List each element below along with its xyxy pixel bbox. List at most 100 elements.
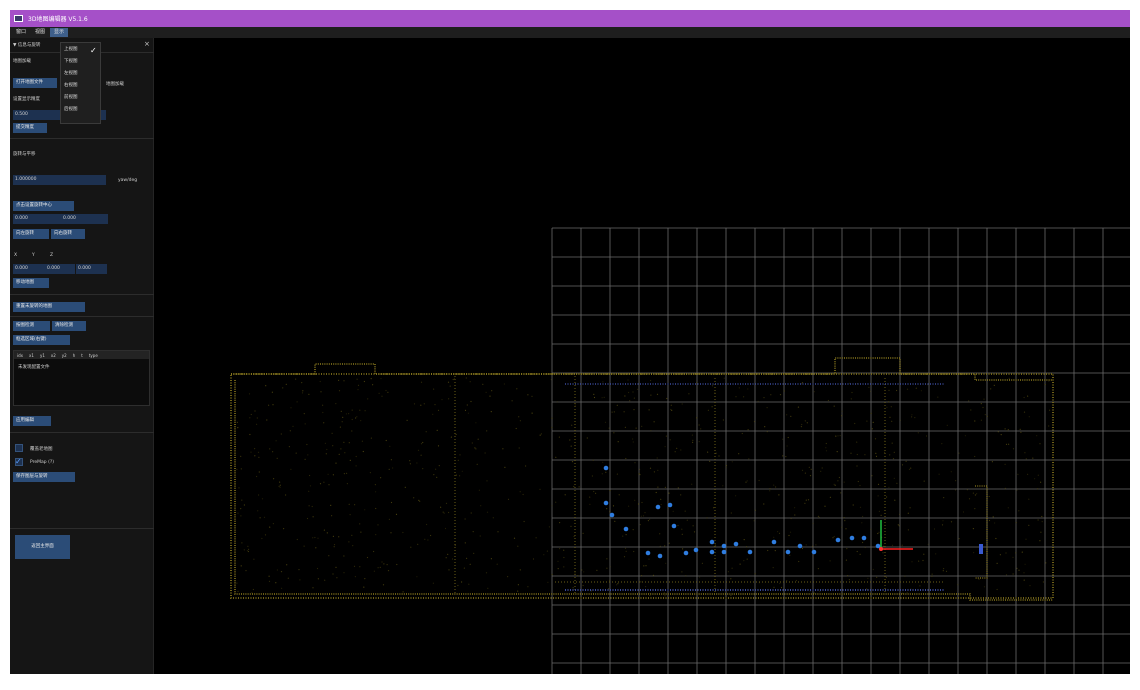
waypoint[interactable] (733, 541, 739, 547)
cloud-point (515, 427, 517, 430)
waypoint[interactable] (709, 539, 715, 545)
move-y-input[interactable]: 0.000 (45, 264, 75, 274)
cloud-point (638, 473, 640, 475)
cloud-point (338, 390, 341, 392)
waypoint[interactable] (747, 549, 753, 555)
waypoint[interactable] (693, 547, 699, 553)
cloud-point (339, 426, 341, 428)
waypoint[interactable] (645, 550, 651, 556)
cloud-point (622, 535, 624, 537)
clear-detect-button[interactable]: 清除检测 (52, 321, 86, 331)
rotate-left-button[interactable]: 向左旋转 (13, 229, 49, 239)
select-region-button[interactable]: 框选区域(右键) (13, 335, 70, 345)
move-z-input[interactable]: 0.000 (76, 264, 107, 274)
center-y-input[interactable]: 0.000 (61, 214, 108, 224)
cloud-point (485, 391, 487, 393)
overlay-checkbox[interactable] (15, 444, 23, 452)
cloud-point (409, 463, 411, 465)
3d-viewport[interactable] (155, 38, 1130, 674)
column-header: x2 (50, 352, 56, 358)
cloud-point (252, 588, 254, 591)
edit-detect-button[interactable]: 按图检测 (13, 321, 50, 331)
cloud-point (964, 435, 967, 437)
waypoint[interactable] (785, 549, 791, 555)
cloud-point (475, 448, 477, 450)
cloud-point (349, 459, 351, 461)
cloud-point (901, 464, 904, 466)
cloud-point (743, 560, 745, 562)
cloud-point (295, 378, 297, 380)
cloud-point (432, 582, 434, 584)
close-icon[interactable]: × (144, 40, 150, 48)
save-layers-button[interactable]: 保存图层与旋转 (13, 472, 75, 482)
cloud-point (692, 525, 694, 527)
cloud-point (422, 441, 424, 444)
waypoint[interactable] (603, 465, 609, 471)
waypoint[interactable] (667, 502, 673, 508)
menu-view[interactable]: 视图 (31, 28, 49, 37)
cloud-point (356, 416, 358, 418)
rotate-right-button[interactable]: 向右旋转 (51, 229, 85, 239)
apply-edit-button[interactable]: 应用编辑 (13, 416, 51, 426)
cloud-point (885, 576, 888, 578)
cloud-point (504, 466, 506, 468)
cloud-point (522, 493, 524, 496)
cloud-point (670, 404, 672, 406)
submit-resolution-button[interactable]: 提交精度 (13, 123, 47, 133)
menu-item-back-view[interactable]: 后视图 (64, 106, 78, 112)
waypoint[interactable] (671, 523, 677, 529)
waypoint[interactable] (721, 549, 727, 555)
waypoint[interactable] (835, 537, 841, 543)
back-home-button[interactable]: 返回主界面 (15, 535, 70, 559)
cloud-point (625, 457, 627, 460)
menu-item-top-view[interactable]: 上视图 (64, 46, 78, 52)
waypoint[interactable] (861, 535, 867, 541)
cloud-point (345, 413, 347, 415)
waypoint[interactable] (721, 543, 727, 549)
waypoint[interactable] (683, 550, 689, 556)
move-map-button[interactable]: 移动地图 (13, 278, 49, 288)
cloud-point (348, 503, 350, 505)
set-rotation-center-button[interactable]: 点击设置旋转中心 (13, 201, 74, 211)
move-x-input[interactable]: 0.000 (13, 264, 45, 274)
waypoint[interactable] (849, 535, 855, 541)
cloud-point (806, 422, 808, 424)
cloud-point (285, 494, 287, 496)
menu-item-bottom-view[interactable]: 下视图 (64, 58, 78, 64)
cloud-point (363, 586, 365, 588)
cloud-point (800, 426, 803, 428)
waypoint[interactable] (811, 549, 817, 555)
waypoint[interactable] (771, 539, 777, 545)
cloud-point (988, 519, 991, 522)
cloud-point (668, 542, 670, 544)
cloud-point (1034, 478, 1036, 480)
menu-item-front-view[interactable]: 前视图 (64, 94, 78, 100)
waypoint[interactable] (603, 500, 609, 506)
path-waypoints[interactable] (603, 465, 881, 559)
waypoint[interactable] (609, 512, 615, 518)
open-map-button[interactable]: 打开地图文件 (13, 78, 57, 88)
cloud-point (589, 496, 591, 498)
waypoint[interactable] (709, 549, 715, 555)
menu-item-right-view[interactable]: 右视图 (64, 82, 78, 88)
menu-item-left-view[interactable]: 左视图 (64, 70, 78, 76)
rotate-angle-input[interactable]: 1.000000 (13, 175, 106, 185)
panel-header[interactable]: ▼ 信息与旋转 (13, 42, 40, 48)
cloud-point (574, 572, 576, 574)
menu-window[interactable]: 窗口 (12, 28, 30, 37)
cloud-point (896, 389, 898, 392)
cloud-point (968, 498, 971, 500)
cloud-point (996, 588, 998, 591)
waypoint[interactable] (655, 504, 661, 510)
region-table[interactable]: idx x1 y1 x2 y2 h t type 未发现配置文件 (13, 350, 150, 406)
cloud-point (785, 456, 787, 458)
cloud-point (489, 395, 491, 397)
cloud-point (251, 592, 253, 594)
cloud-point (519, 491, 521, 493)
waypoint[interactable] (657, 553, 663, 559)
waypoint[interactable] (623, 526, 629, 532)
center-x-input[interactable]: 0.000 (13, 214, 61, 224)
reset-map-button[interactable]: 重置未旋转的地图 (13, 302, 85, 312)
menu-display[interactable]: 显示 (50, 28, 69, 37)
waypoint[interactable] (797, 543, 803, 549)
